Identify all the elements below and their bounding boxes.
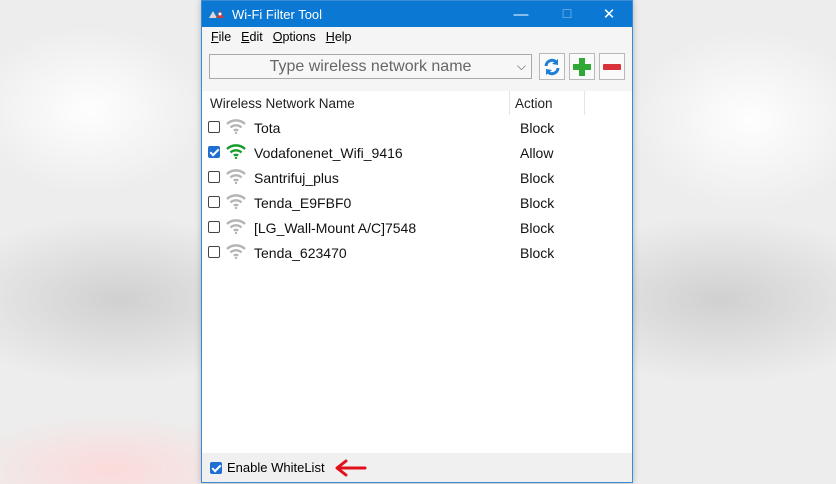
whitelist-label[interactable]: Enable WhiteList bbox=[227, 460, 325, 475]
menu-edit[interactable]: Edit bbox=[236, 30, 268, 44]
network-name: [LG_Wall-Mount A/C]7548 bbox=[254, 220, 417, 236]
network-name: Tota bbox=[254, 120, 281, 136]
network-action: Block bbox=[520, 195, 555, 211]
menu-file[interactable]: File bbox=[206, 30, 236, 44]
title-bar[interactable]: Wi-Fi Filter Tool — ☐ ✕ bbox=[202, 1, 632, 27]
row-checkbox[interactable] bbox=[208, 196, 220, 208]
chevron-down-icon[interactable]: ⌵ bbox=[517, 59, 526, 74]
list-item[interactable]: Tenda_E9FBF0 Block bbox=[202, 190, 632, 215]
status-bar: Enable WhiteList bbox=[202, 453, 632, 482]
network-name-combobox[interactable]: ⌵ bbox=[209, 54, 532, 79]
column-action[interactable]: Action bbox=[515, 96, 553, 111]
minus-icon bbox=[603, 63, 621, 70]
app-window: Wi-Fi Filter Tool — ☐ ✕ File Edit Option… bbox=[201, 0, 633, 483]
app-logo-icon bbox=[208, 7, 226, 21]
remove-button[interactable] bbox=[599, 53, 625, 80]
list-item[interactable]: Tenda_623470 Block bbox=[202, 240, 632, 265]
list-item[interactable]: Tota Block bbox=[202, 115, 632, 140]
row-checkbox[interactable] bbox=[208, 221, 220, 233]
column-divider[interactable] bbox=[509, 91, 510, 115]
list-item[interactable]: Vodafonenet_Wifi_9416 Allow bbox=[202, 140, 632, 165]
network-name: Santrifuj_plus bbox=[254, 170, 339, 186]
wifi-signal-icon bbox=[226, 169, 246, 184]
wifi-signal-icon bbox=[226, 144, 246, 159]
network-action: Block bbox=[520, 245, 555, 261]
row-checkbox[interactable] bbox=[208, 146, 220, 158]
refresh-button[interactable] bbox=[539, 53, 565, 80]
close-button[interactable]: ✕ bbox=[586, 1, 632, 27]
menu-bar: File Edit Options Help bbox=[202, 27, 632, 47]
red-arrow-icon bbox=[335, 459, 367, 476]
add-button[interactable] bbox=[569, 53, 595, 80]
list-header: Wireless Network Name Action bbox=[202, 91, 632, 115]
network-name: Vodafonenet_Wifi_9416 bbox=[254, 145, 403, 161]
column-network-name[interactable]: Wireless Network Name bbox=[210, 96, 355, 111]
wifi-signal-icon bbox=[226, 219, 246, 234]
refresh-icon bbox=[544, 58, 560, 75]
menu-options[interactable]: Options bbox=[268, 30, 321, 44]
network-action: Block bbox=[520, 120, 555, 136]
wifi-signal-icon bbox=[226, 119, 246, 134]
window-title: Wi-Fi Filter Tool bbox=[232, 6, 323, 22]
network-list: Tota Block Vodafonenet_Wifi_9416 Allow S… bbox=[202, 115, 632, 265]
list-item[interactable]: [LG_Wall-Mount A/C]7548 Block bbox=[202, 215, 632, 240]
toolbar: ⌵ bbox=[202, 47, 632, 91]
minimize-button[interactable]: — bbox=[498, 1, 544, 27]
network-name-input[interactable] bbox=[233, 56, 508, 77]
network-name: Tenda_E9FBF0 bbox=[254, 195, 352, 211]
wifi-signal-icon bbox=[226, 194, 246, 209]
network-name: Tenda_623470 bbox=[254, 245, 347, 261]
network-action: Block bbox=[520, 170, 555, 186]
column-divider[interactable] bbox=[584, 91, 585, 115]
network-action: Allow bbox=[520, 145, 554, 161]
network-action: Block bbox=[520, 220, 555, 236]
maximize-button[interactable]: ☐ bbox=[544, 1, 590, 27]
wifi-signal-icon bbox=[226, 244, 246, 259]
row-checkbox[interactable] bbox=[208, 246, 220, 258]
row-checkbox[interactable] bbox=[208, 121, 220, 133]
whitelist-checkbox[interactable] bbox=[210, 461, 222, 474]
menu-help[interactable]: Help bbox=[321, 30, 357, 44]
plus-icon bbox=[573, 57, 591, 76]
row-checkbox[interactable] bbox=[208, 171, 220, 183]
list-item[interactable]: Santrifuj_plus Block bbox=[202, 165, 632, 190]
